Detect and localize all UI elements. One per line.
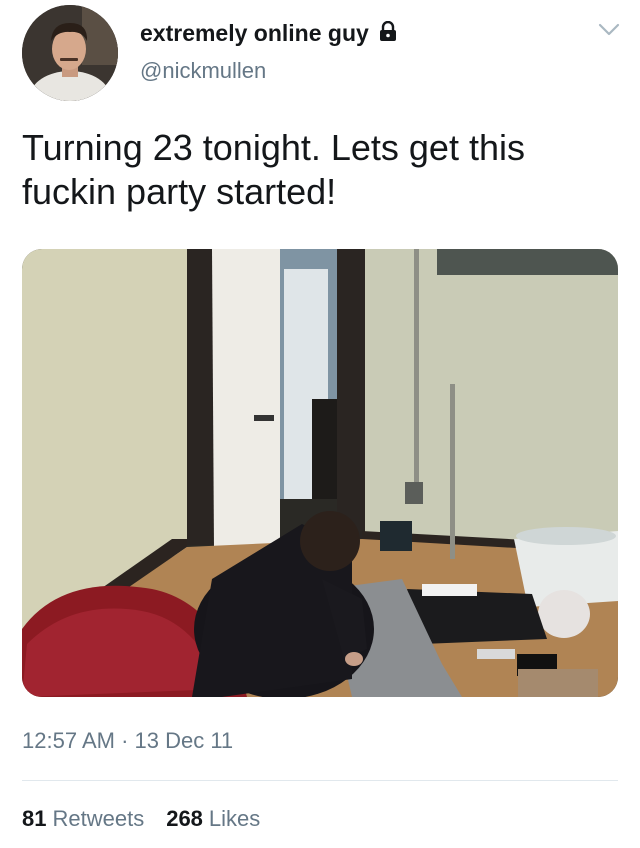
retweets-stat[interactable]: 81 Retweets — [22, 806, 144, 832]
chevron-down-icon[interactable] — [598, 22, 620, 38]
engagement-stats: 81 Retweets 268 Likes — [22, 806, 260, 832]
avatar[interactable] — [22, 5, 118, 101]
likes-label: Likes — [208, 806, 261, 831]
lock-icon — [379, 20, 397, 47]
author-name-row[interactable]: extremely online guy — [140, 20, 397, 47]
tweet-photo[interactable] — [22, 249, 618, 697]
retweets-label: Retweets — [52, 806, 145, 831]
display-name[interactable]: extremely online guy — [140, 20, 369, 47]
likes-stat[interactable]: 268 Likes — [166, 806, 260, 832]
tweet-text: Turning 23 tonight. Lets get this fuckin… — [22, 127, 525, 212]
divider — [22, 780, 618, 781]
room-photo — [22, 249, 618, 697]
retweets-count: 81 — [22, 806, 47, 831]
author-handle[interactable]: @nickmullen — [140, 58, 266, 84]
avatar-image — [22, 5, 118, 101]
likes-count: 268 — [166, 806, 203, 831]
tweet-timestamp[interactable]: 12:57 AM · 13 Dec 11 — [22, 728, 233, 754]
